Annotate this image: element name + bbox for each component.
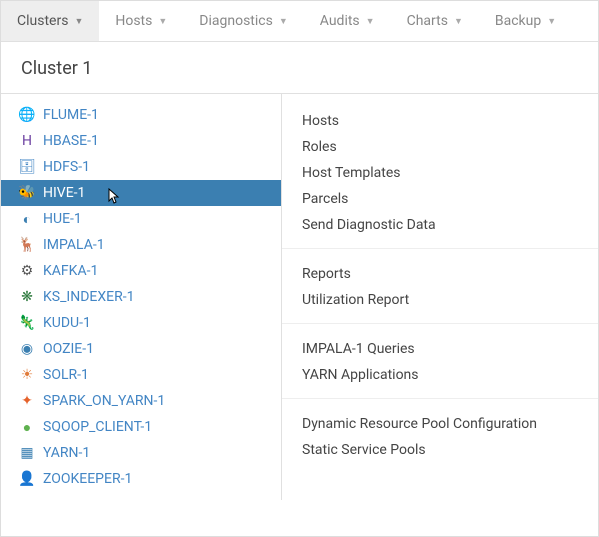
menu-group: ReportsUtilization Report	[282, 248, 598, 319]
service-label: IMPALA-1	[43, 237, 263, 253]
service-label: HIVE-1	[43, 185, 263, 201]
service-label: HDFS-1	[43, 159, 263, 175]
cluster-menu: HostsRolesHost TemplatesParcelsSend Diag…	[282, 94, 598, 500]
kudu-1-icon: 🦎	[19, 315, 35, 331]
services-list: 🌐 FLUME-1 H HBASE-1 🗄 HDFS-1 🐝 HIVE-1 ◐ HUE-1 🦌 IMP…	[1, 94, 282, 500]
menu-reports[interactable]: Reports	[282, 261, 598, 287]
hive-1-icon: 🐝	[19, 185, 35, 201]
menu-roles[interactable]: Roles	[282, 134, 598, 160]
service-label: SQOOP_CLIENT-1	[43, 419, 263, 435]
service-solr-1[interactable]: ☀ SOLR-1	[1, 362, 281, 388]
menu-host-templates[interactable]: Host Templates	[282, 160, 598, 186]
service-label: YARN-1	[43, 445, 263, 461]
nav-label: Audits	[320, 13, 360, 29]
menu-hosts[interactable]: Hosts	[282, 108, 598, 134]
service-hdfs-1[interactable]: 🗄 HDFS-1	[1, 154, 281, 180]
service-spark_on_yarn-1[interactable]: ✦ SPARK_ON_YARN-1	[1, 388, 281, 414]
hdfs-1-icon: 🗄	[19, 159, 35, 175]
menu-send-diagnostic-data[interactable]: Send Diagnostic Data	[282, 212, 598, 238]
service-hue-1[interactable]: ◐ HUE-1	[1, 206, 281, 232]
ks_indexer-1-icon: ❋	[19, 289, 35, 305]
menu-utilization-report[interactable]: Utilization Report	[282, 287, 598, 313]
oozie-1-icon: ◉	[19, 341, 35, 357]
menu-group: IMPALA-1 QueriesYARN Applications	[282, 323, 598, 394]
service-label: KS_INDEXER-1	[43, 289, 263, 305]
nav-label: Clusters	[17, 13, 68, 29]
caret-down-icon: ▼	[454, 16, 463, 27]
service-sqoop_client-1[interactable]: ● SQOOP_CLIENT-1	[1, 414, 281, 440]
caret-down-icon: ▼	[279, 16, 288, 27]
service-label: SOLR-1	[43, 367, 263, 383]
kafka-1-icon: ⚙	[19, 263, 35, 279]
service-zookeeper-1[interactable]: 👤 ZOOKEEPER-1	[1, 466, 281, 492]
nav-hosts[interactable]: Hosts ▼	[99, 1, 183, 41]
nav-audits[interactable]: Audits ▼	[304, 1, 391, 41]
caret-down-icon: ▼	[547, 16, 556, 27]
nav-backup[interactable]: Backup ▼	[479, 1, 572, 41]
menu-impala-1-queries[interactable]: IMPALA-1 Queries	[282, 336, 598, 362]
impala-1-icon: 🦌	[19, 237, 35, 253]
service-yarn-1[interactable]: ▦ YARN-1	[1, 440, 281, 466]
menu-group: Dynamic Resource Pool ConfigurationStati…	[282, 398, 598, 469]
menu-dynamic-resource-pool-configuration[interactable]: Dynamic Resource Pool Configuration	[282, 411, 598, 437]
cluster-title: Cluster 1	[1, 42, 598, 94]
service-oozie-1[interactable]: ◉ OOZIE-1	[1, 336, 281, 362]
service-label: OOZIE-1	[43, 341, 263, 357]
nav-clusters[interactable]: Clusters ▼	[1, 1, 99, 41]
nav-label: Backup	[495, 13, 541, 29]
service-kudu-1[interactable]: 🦎 KUDU-1	[1, 310, 281, 336]
service-label: SPARK_ON_YARN-1	[43, 393, 263, 409]
service-label: KUDU-1	[43, 315, 263, 331]
menu-parcels[interactable]: Parcels	[282, 186, 598, 212]
menu-static-service-pools[interactable]: Static Service Pools	[282, 437, 598, 463]
content: 🌐 FLUME-1 H HBASE-1 🗄 HDFS-1 🐝 HIVE-1 ◐ HUE-1 🦌 IMP…	[1, 94, 598, 500]
nav-charts[interactable]: Charts ▼	[391, 1, 479, 41]
nav-label: Charts	[407, 13, 448, 29]
service-flume-1[interactable]: 🌐 FLUME-1	[1, 102, 281, 128]
solr-1-icon: ☀	[19, 367, 35, 383]
menu-group: HostsRolesHost TemplatesParcelsSend Diag…	[282, 102, 598, 244]
hbase-1-icon: H	[19, 133, 35, 149]
service-kafka-1[interactable]: ⚙ KAFKA-1	[1, 258, 281, 284]
caret-down-icon: ▼	[366, 16, 375, 27]
spark_on_yarn-1-icon: ✦	[19, 393, 35, 409]
service-hive-1[interactable]: 🐝 HIVE-1	[1, 180, 281, 206]
service-label: FLUME-1	[43, 107, 263, 123]
hue-1-icon: ◐	[19, 211, 35, 227]
top-nav: Clusters▼Hosts▼Diagnostics▼Audits▼Charts…	[1, 1, 598, 42]
caret-down-icon: ▼	[158, 16, 167, 27]
service-ks_indexer-1[interactable]: ❋ KS_INDEXER-1	[1, 284, 281, 310]
zookeeper-1-icon: 👤	[19, 471, 35, 487]
yarn-1-icon: ▦	[19, 445, 35, 461]
sqoop_client-1-icon: ●	[19, 419, 35, 435]
nav-diagnostics[interactable]: Diagnostics ▼	[183, 1, 303, 41]
flume-1-icon: 🌐	[19, 107, 35, 123]
nav-label: Hosts	[115, 13, 152, 29]
service-label: KAFKA-1	[43, 263, 263, 279]
service-hbase-1[interactable]: H HBASE-1	[1, 128, 281, 154]
service-impala-1[interactable]: 🦌 IMPALA-1	[1, 232, 281, 258]
service-label: ZOOKEEPER-1	[43, 471, 263, 487]
nav-label: Diagnostics	[199, 13, 273, 29]
service-label: HUE-1	[43, 211, 263, 227]
caret-down-icon: ▼	[74, 16, 83, 27]
menu-yarn-applications[interactable]: YARN Applications	[282, 362, 598, 388]
service-label: HBASE-1	[43, 133, 263, 149]
